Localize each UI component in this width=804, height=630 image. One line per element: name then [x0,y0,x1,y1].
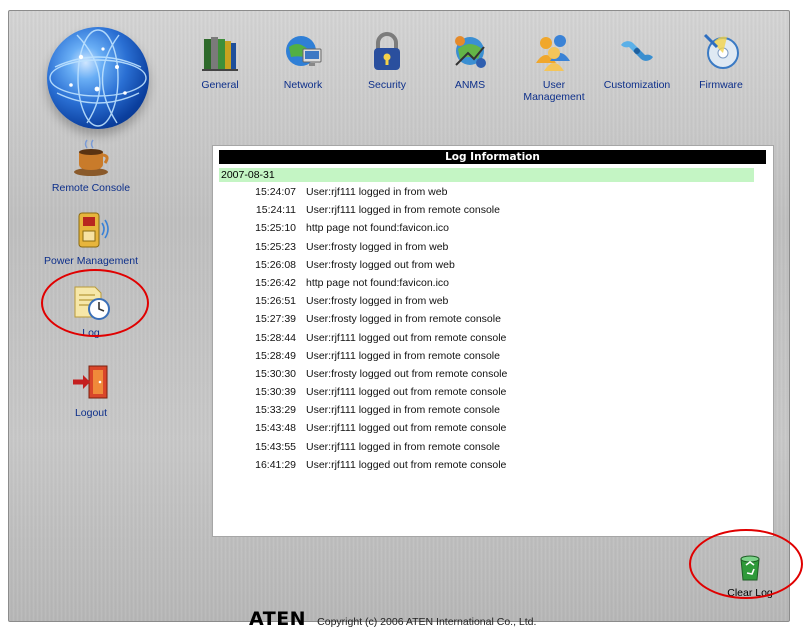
nav-label: General [201,79,239,91]
log-time: 15:24:11 [255,204,296,217]
globe-logo [47,27,149,129]
copyright-text: Copyright (c) 2006 ATEN International Co… [317,616,537,628]
nav-anms[interactable]: ANMS [430,29,510,91]
log-time: 15:26:42 [255,276,296,289]
network-icon [286,36,322,66]
sidebar-item-label: Logout [74,407,108,419]
log-entry: 15:30:30 User:frosty logged out from remo… [219,365,759,383]
log-entry: 15:28:44 User:rjf111 logged out from remo… [219,329,759,347]
log-message: http page not found:favicon.ico [306,276,450,289]
nav-user-management[interactable]: User Management [514,29,594,103]
log-entry: 15:28:49 User:rjf111 logged in from remot… [219,347,759,365]
log-entry: 15:26:08 User:frosty logged out from web [219,256,759,274]
log-date-row: 2007-08-31 [219,168,754,182]
disc-icon [703,33,739,69]
log-panel: Log Information 2007-08-31 15:24:07 User:… [212,145,774,537]
nav-label: ANMS [454,79,486,91]
log-panel-title: Log Information [219,150,766,164]
log-message: User:rjf111 logged out from remote conso… [306,458,507,471]
log-time: 15:33:29 [255,404,296,417]
nav-label: Network [283,79,323,91]
log-time: 15:25:23 [255,240,296,253]
log-time: 15:43:55 [255,440,296,453]
highlight-circle-log [41,269,149,337]
log-entry: 15:43:48 User:rjf111 logged out from remo… [219,419,759,437]
log-time: 15:43:48 [255,422,296,435]
books-icon [202,37,238,71]
sidebar-item-power-management[interactable]: Power Management [31,211,151,267]
anms-icon [455,36,486,68]
log-message: User:frosty logged in from web [306,295,449,308]
log-message: User:rjf111 logged out from remote conso… [306,422,507,435]
log-entry: 15:25:10 http page not found:favicon.ico [219,219,759,237]
log-time: 16:41:29 [255,458,296,471]
sidebar-item-label: Power Management [44,255,138,267]
power-outlet-icon [78,212,109,248]
nav-customization[interactable]: Customization [597,29,677,91]
sidebar-item-remote-console[interactable]: Remote Console [31,138,151,194]
log-message: User:frosty logged out from web [306,258,455,271]
log-time: 15:24:07 [255,186,296,198]
log-message: User:rjf111 logged in from remote consol… [306,204,500,217]
log-entries-list: 15:24:07 User:rjf111 logged in from web 1… [219,183,759,474]
log-entry: 15:26:42 http page not found:favicon.ico [219,274,759,292]
log-time: 15:30:30 [255,367,296,380]
log-entry: 15:25:23 User:frosty logged in from web [219,238,759,256]
wrench-icon [621,41,653,61]
log-message: User:rjf111 logged in from remote consol… [306,404,500,417]
log-message: User:rjf111 logged out from remote conso… [306,386,507,399]
log-message: http page not found:favicon.ico [306,222,450,235]
lock-icon [374,32,400,70]
sidebar-item-logout[interactable]: Logout [31,363,151,419]
log-time: 15:28:44 [255,331,296,344]
log-message: User:rjf111 logged in from remote consol… [306,349,500,362]
exit-door-icon [73,365,108,399]
log-time: 15:25:10 [255,222,296,235]
nav-label: User Management [523,79,585,103]
nav-general[interactable]: General [180,29,260,91]
log-entry: 15:24:11 User:rjf111 logged in from remot… [219,201,759,219]
app-frame: General Network Security ANMS User Manag… [8,10,803,630]
nav-label: Security [368,79,406,91]
log-entry: 15:27:39 User:frosty logged in from remot… [219,310,759,328]
log-message: User:rjf111 logged out from remote conso… [306,331,507,344]
log-entry: 16:41:29 User:rjf111 logged out from remo… [219,456,759,474]
log-entry: 15:24:07 User:rjf111 logged in from web [219,183,759,201]
log-entry: 15:33:29 User:rjf111 logged in from remot… [219,401,759,419]
log-message: User:frosty logged in from remote consol… [306,313,501,326]
log-message: User:frosty logged in from web [306,240,449,253]
log-time: 15:26:08 [255,258,296,271]
log-time: 15:27:39 [255,313,296,326]
log-time: 15:28:49 [255,349,296,362]
nav-firmware[interactable]: Firmware [681,29,761,91]
nav-network[interactable]: Network [263,29,343,91]
users-icon [536,35,570,71]
nav-security[interactable]: Security [347,29,427,91]
log-entry: 15:30:39 User:rjf111 logged out from remo… [219,383,759,401]
log-time: 15:30:39 [255,386,296,399]
log-entry: 15:43:55 User:rjf111 logged in from remot… [219,438,759,456]
log-message: User:rjf111 logged in from web [306,186,448,198]
sidebar-item-label: Remote Console [51,182,131,194]
log-message: User:frosty logged out from remote conso… [306,367,508,380]
nav-label: Customization [603,79,671,91]
highlight-circle-clear-log [689,529,803,599]
log-entry: 15:26:51 User:frosty logged in from web [219,292,759,310]
coffee-cup-icon [74,139,109,176]
nav-label: Firmware [699,79,743,91]
log-message: User:rjf111 logged in from remote consol… [306,440,500,453]
log-time: 15:26:51 [255,295,296,308]
